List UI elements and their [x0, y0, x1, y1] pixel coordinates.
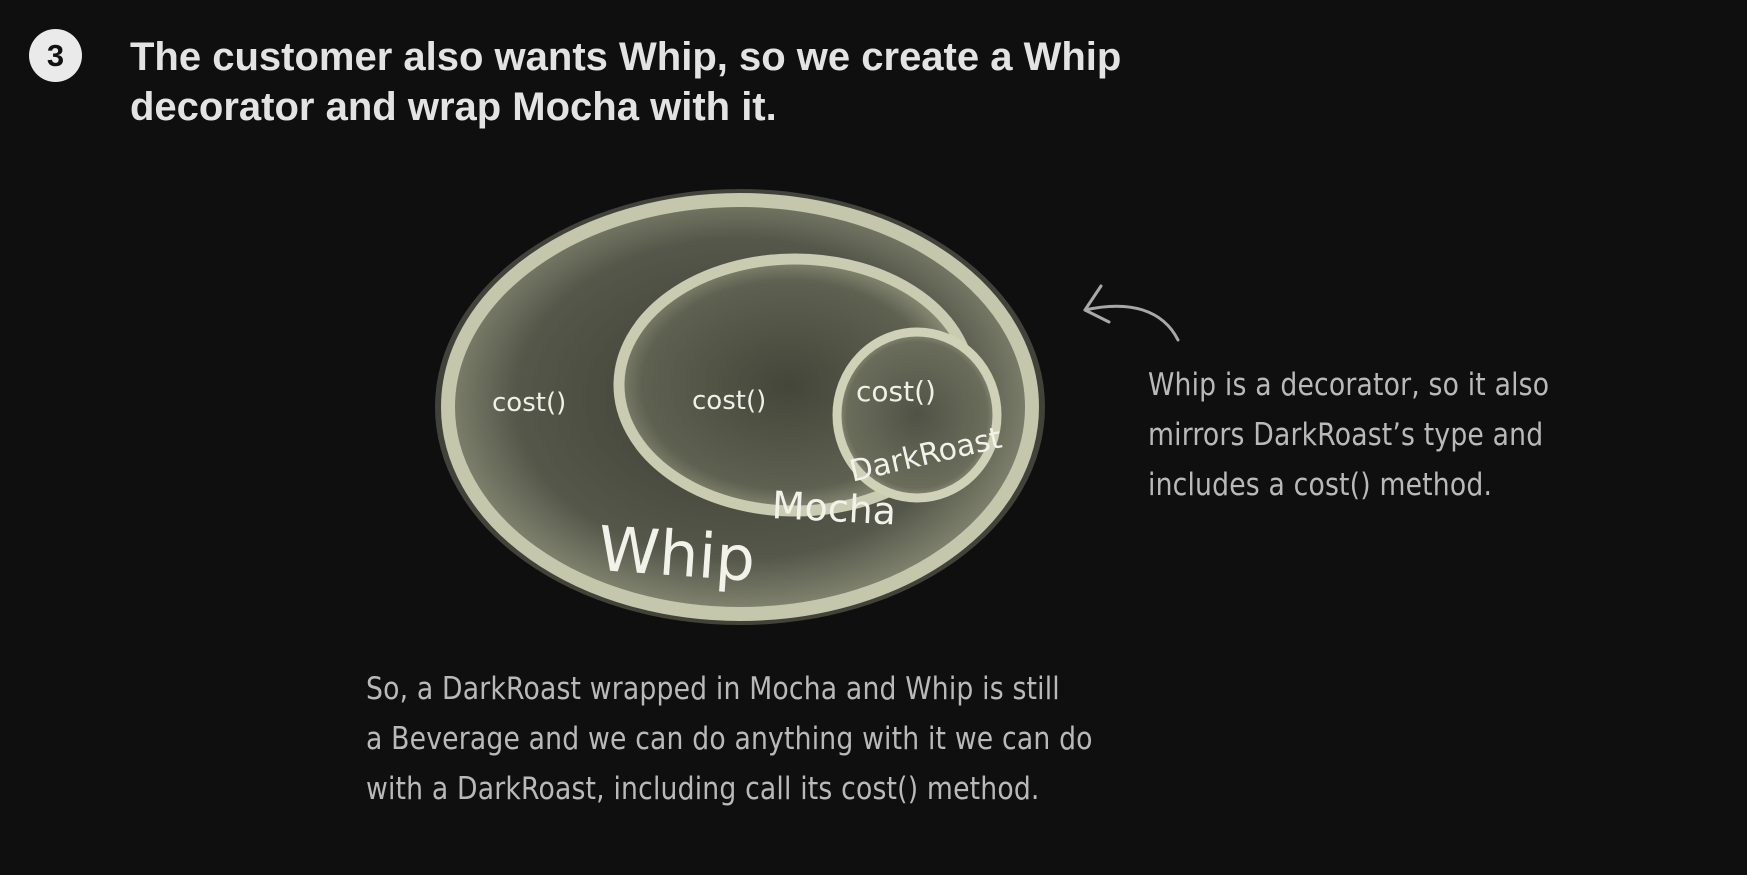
- darkroast-cost-label: cost(): [856, 375, 936, 408]
- whip-annotation-line-1: Whip is a decorator, so it also: [1148, 367, 1550, 403]
- summary-line-1: So, a DarkRoast wrapped in Mocha and Whi…: [366, 671, 1060, 707]
- page-title: The customer also wants Whip, so we crea…: [130, 32, 1480, 132]
- title-line-2: decorator and wrap Mocha with it.: [130, 85, 777, 129]
- nested-ovals-svg: cost() Whip cost() Mocha cost() DarkRoas…: [435, 189, 1045, 625]
- whip-label: Whip: [596, 512, 758, 596]
- darkroast-layer: cost() DarkRoast: [832, 327, 1005, 503]
- whip-cost-label: cost(): [492, 388, 566, 418]
- summary-line-2: a Beverage and we can do anything with i…: [366, 721, 1093, 757]
- whip-annotation: Whip is a decorator, so it also mirrors …: [1148, 360, 1549, 510]
- title-line-1: The customer also wants Whip, so we crea…: [130, 35, 1122, 79]
- mocha-cost-label: cost(): [692, 386, 766, 416]
- whip-annotation-line-2: mirrors DarkRoast’s type and: [1148, 417, 1544, 453]
- summary-annotation: So, a DarkRoast wrapped in Mocha and Whi…: [366, 664, 1093, 814]
- summary-line-3: with a DarkRoast, including call its cos…: [366, 771, 1040, 807]
- step-number-badge: 3: [29, 29, 82, 82]
- decorator-diagram: cost() Whip cost() Mocha cost() DarkRoas…: [430, 185, 1110, 675]
- pointer-arrow-icon: [1083, 284, 1180, 342]
- whip-annotation-line-3: includes a cost() method.: [1148, 467, 1493, 503]
